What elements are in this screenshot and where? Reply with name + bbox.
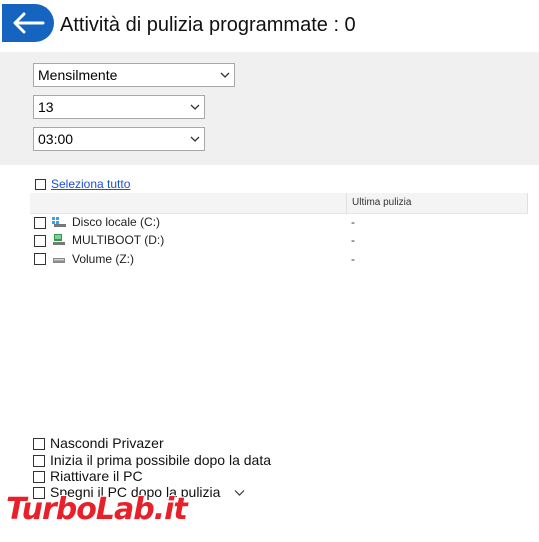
wake-pc-label: Riattivare il PC bbox=[50, 468, 143, 484]
chevron-down-icon bbox=[190, 104, 200, 110]
time-select[interactable]: 03:00 bbox=[33, 127, 205, 151]
frequency-value: Mensilmente bbox=[38, 67, 118, 83]
page-title: Attività di pulizia programmate : 0 bbox=[60, 14, 356, 36]
chevron-down-icon[interactable] bbox=[234, 489, 245, 497]
wake-pc-checkbox[interactable] bbox=[33, 471, 45, 483]
arrow-left-icon bbox=[13, 12, 45, 34]
hide-privazer-label: Nascondi Privazer bbox=[50, 435, 164, 451]
column-separator[interactable] bbox=[527, 193, 528, 213]
drive-label-c: Disco locale (C:) bbox=[72, 215, 161, 229]
watermark-logo: TurboLab.it bbox=[6, 492, 188, 527]
table-header bbox=[30, 193, 528, 214]
select-all-link[interactable]: Seleziona tutto bbox=[51, 177, 130, 191]
drive-checkbox-z[interactable] bbox=[34, 253, 46, 265]
drive-last-z: - bbox=[351, 252, 355, 266]
day-value: 13 bbox=[38, 99, 54, 115]
column-last-cleaning: Ultima pulizia bbox=[352, 197, 412, 208]
select-all-checkbox[interactable] bbox=[35, 179, 46, 190]
system-drive-icon bbox=[52, 217, 66, 227]
drive-last-d: - bbox=[351, 233, 355, 247]
start-asap-checkbox[interactable] bbox=[33, 455, 45, 467]
day-select[interactable]: 13 bbox=[33, 95, 205, 119]
start-asap-label: Inizia il prima possibile dopo la data bbox=[50, 452, 272, 468]
back-button[interactable] bbox=[2, 4, 54, 42]
header: Attività di pulizia programmate : 0 bbox=[0, 0, 539, 52]
hide-privazer-checkbox[interactable] bbox=[33, 438, 45, 450]
drive-icon bbox=[53, 258, 65, 263]
column-separator[interactable] bbox=[346, 193, 347, 213]
drive-label-z: Volume (Z:) bbox=[72, 252, 135, 266]
drive-label-d: MULTIBOOT (D:) bbox=[72, 233, 165, 247]
drive-checkbox-c[interactable] bbox=[34, 217, 46, 229]
drive-last-c: - bbox=[351, 215, 355, 229]
drive-checkbox-d[interactable] bbox=[34, 235, 46, 247]
chevron-down-icon bbox=[190, 136, 200, 142]
usb-drive-icon bbox=[53, 234, 65, 245]
frequency-select[interactable]: Mensilmente bbox=[33, 63, 235, 87]
time-value: 03:00 bbox=[38, 131, 74, 147]
chevron-down-icon bbox=[220, 72, 230, 78]
